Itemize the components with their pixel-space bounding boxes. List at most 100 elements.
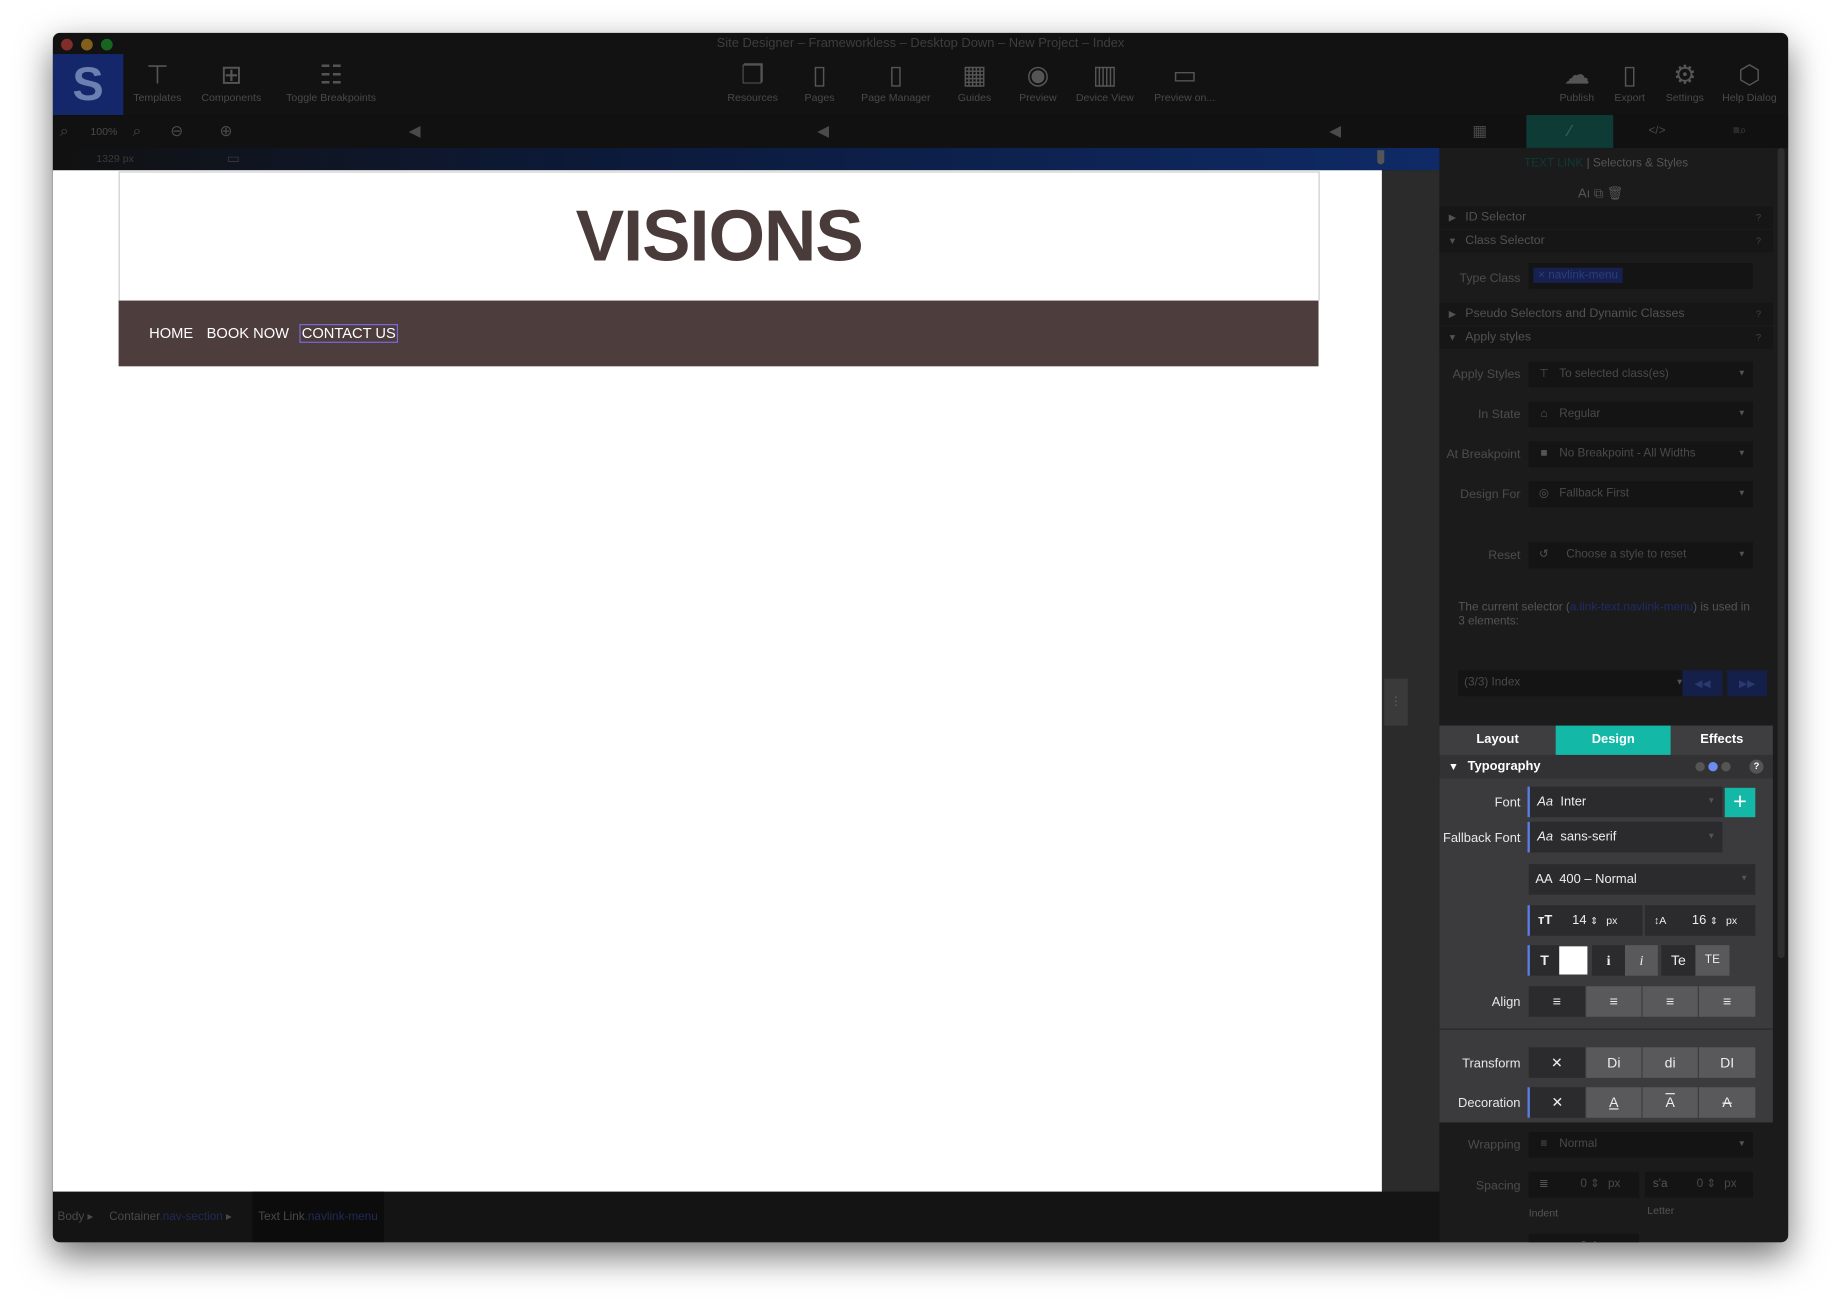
help-icon: ⬡ <box>1738 59 1761 90</box>
at-breakpoint-label: At Breakpoint <box>1446 447 1521 462</box>
site-heading[interactable]: VISIONS <box>120 173 1319 301</box>
nav-link-contact-us[interactable]: CONTACT US <box>299 324 399 343</box>
panel-scrollbar[interactable] <box>1772 147 1789 1243</box>
breadcrumb-container[interactable]: Container.nav-section ▸ <box>109 1192 232 1242</box>
transform-uppercase-button[interactable]: DI <box>1698 1047 1756 1078</box>
nav-section[interactable]: HOME BOOK NOW CONTACT US <box>118 300 1319 367</box>
design-canvas[interactable]: VISIONS HOME BOOK NOW CONTACT US <box>52 170 1382 1192</box>
tab-layout[interactable]: Layout <box>1439 725 1556 755</box>
help-dialog-button[interactable]: ⬡ Help Dialog <box>1697 59 1789 103</box>
ruler-width: 1329 px <box>96 152 134 165</box>
nav-link-home[interactable]: HOME <box>149 325 193 341</box>
ruler[interactable]: 1329 px ▭ <box>52 147 1440 171</box>
font-weight-select[interactable]: AA 400 – Normal ▼ <box>1528 864 1756 895</box>
resize-handle[interactable]: ⋮ <box>1384 678 1408 726</box>
breakpoint-dot[interactable] <box>1708 761 1718 772</box>
design-for-select[interactable]: ◎ Fallback First ▼ <box>1528 481 1753 508</box>
duplicate-icon[interactable]: ⧉ <box>1594 187 1603 201</box>
transform-none-button[interactable]: ✕ <box>1528 1047 1586 1078</box>
header-section[interactable]: VISIONS <box>118 171 1320 301</box>
window-title: Site Designer – Frameworkless – Desktop … <box>716 36 1125 51</box>
apply-styles-select[interactable]: ⊤ To selected class(es) ▼ <box>1528 361 1753 388</box>
panel-title: | Selectors & Styles <box>1586 157 1689 171</box>
grid-tab-icon[interactable]: ▦ <box>1472 115 1486 148</box>
zoom-plus-button[interactable]: ⊕ <box>220 115 233 148</box>
font-select[interactable]: Aa Inter ▼ <box>1527 786 1723 818</box>
spacing-label: Spacing <box>1475 1178 1521 1193</box>
wrapping-select[interactable]: ≡ Normal ▼ <box>1528 1131 1753 1158</box>
toggle-breakpoints-button[interactable]: ☷ Toggle Breakpoints <box>278 59 384 103</box>
toggle-icon: ☷ <box>319 59 343 90</box>
trash-icon[interactable]: 🗑 <box>1607 187 1623 201</box>
at-breakpoint-select[interactable]: ■ No Breakpoint - All Widths ▼ <box>1528 441 1753 468</box>
small-caps-off-button[interactable]: Te <box>1661 945 1696 976</box>
letter-spacing-input[interactable]: s'a 0 ⇕ px <box>1644 1171 1753 1198</box>
components-button[interactable]: ⊞ Components <box>178 59 284 103</box>
indent-input[interactable]: ≣ 0 ⇕ px <box>1528 1171 1640 1198</box>
breakpoint-arrow-icon[interactable]: ◀ <box>817 115 829 148</box>
word-spacing-input[interactable]: ≣0 ⇕ px <box>1528 1233 1640 1243</box>
italic-off-button[interactable]: i <box>1592 945 1625 976</box>
ruler-handle[interactable] <box>1377 150 1385 165</box>
reset-icon: ↺ <box>1539 548 1549 562</box>
tab-design[interactable]: Design <box>1555 725 1671 755</box>
nav-link-book-now[interactable]: BOOK NOW <box>207 325 289 341</box>
rename-icon[interactable]: Aı <box>1578 187 1590 201</box>
typography-section[interactable]: ▼ Typography ? <box>1439 754 1773 779</box>
small-caps-on-button[interactable]: TE <box>1695 945 1730 976</box>
transform-label: Transform <box>1462 1056 1521 1071</box>
selector-page-select[interactable]: (3/3) Index ▼ <box>1458 670 1691 697</box>
code-tab-icon[interactable]: </> <box>1648 115 1665 148</box>
next-element-button[interactable]: ▶▶ <box>1727 670 1768 697</box>
font-size-icon: тT <box>1538 913 1553 928</box>
reset-label: Reset <box>1488 548 1521 563</box>
add-font-button[interactable]: + <box>1724 787 1756 818</box>
right-panel: TEXT LINK | Selectors & Styles Aı ⧉ 🗑 ▶ I… <box>1439 147 1773 1243</box>
state-icon: ⌂ <box>1540 407 1548 421</box>
align-center-button[interactable]: ≡ <box>1586 986 1642 1017</box>
breadcrumb-text-link[interactable]: Text Link.navlink-menu <box>252 1191 384 1243</box>
underline-button[interactable]: A <box>1586 1087 1642 1118</box>
class-selector-section[interactable]: ▼ Class Selector? <box>1439 230 1773 253</box>
apply-styles-label: Apply Styles <box>1452 367 1521 382</box>
puzzle-icon: ⊞ <box>220 59 243 90</box>
zoom-in-icon[interactable]: ⌕ <box>133 115 142 148</box>
overline-button[interactable]: A <box>1642 1087 1698 1118</box>
id-selector-section[interactable]: ▶ ID Selector? <box>1439 206 1773 229</box>
class-tag[interactable]: × navlink-menu <box>1533 267 1623 283</box>
preview-on-button[interactable]: ▭ Preview on... <box>1132 59 1238 103</box>
pseudo-selectors-section[interactable]: ▶ Pseudo Selectors and Dynamic Classes? <box>1439 302 1773 326</box>
help-icon[interactable]: ? <box>1749 759 1764 774</box>
italic-on-button[interactable]: i <box>1624 945 1658 976</box>
monitor-icon: ▭ <box>1172 59 1197 90</box>
tab-effects[interactable]: Effects <box>1670 725 1773 755</box>
style-brush-tab-icon[interactable]: ⁄ <box>1526 115 1614 148</box>
align-right-button[interactable]: ≡ <box>1642 986 1698 1017</box>
breadcrumb-body[interactable]: Body ▸ <box>58 1192 94 1242</box>
text-color-swatch[interactable] <box>1559 946 1588 975</box>
transform-capitalize-button[interactable]: Di <box>1586 1047 1642 1078</box>
breadcrumb: Body ▸ Container.nav-section ▸ Text Link… <box>52 1191 1440 1243</box>
fallback-font-select[interactable]: Aa sans-serif ▼ <box>1527 821 1723 853</box>
breakpoint-arrow-icon[interactable]: ◀ <box>1329 115 1341 148</box>
align-left-button[interactable]: ≡ <box>1528 986 1586 1017</box>
font-size-input[interactable]: тT 14 ⇕ px <box>1527 905 1643 936</box>
indent-label: Indent <box>1528 1206 1559 1219</box>
decoration-none-button[interactable]: ✕ <box>1527 1087 1586 1118</box>
in-state-select[interactable]: ⌂ Regular ▼ <box>1528 401 1753 428</box>
type-class-input[interactable]: × navlink-menu <box>1528 263 1753 289</box>
font-weight-icon: AA <box>1535 872 1553 887</box>
transform-lowercase-button[interactable]: di <box>1642 1047 1698 1078</box>
apply-styles-section[interactable]: ▼ Apply styles? <box>1439 326 1773 349</box>
breakpoint-arrow-icon[interactable]: ◀ <box>409 115 421 148</box>
zoom-out-button[interactable]: ⊖ <box>170 115 183 148</box>
align-justify-button[interactable]: ≡ <box>1698 986 1756 1017</box>
line-height-input[interactable]: ↕A 16 ⇕ px <box>1644 905 1756 936</box>
previous-element-button[interactable]: ◀◀ <box>1682 670 1723 697</box>
zoom-search-icon[interactable]: ⌕ <box>60 115 69 148</box>
strikethrough-button[interactable]: A <box>1698 1087 1756 1118</box>
search-tab-icon[interactable]: ≡⌕ <box>1733 115 1746 148</box>
reset-select[interactable]: ↺ Choose a style to reset ▼ <box>1528 542 1753 569</box>
typography-panel: Layout Design Effects ▼ Typography ? Font… <box>1439 725 1773 1123</box>
align-label: Align <box>1491 995 1521 1010</box>
